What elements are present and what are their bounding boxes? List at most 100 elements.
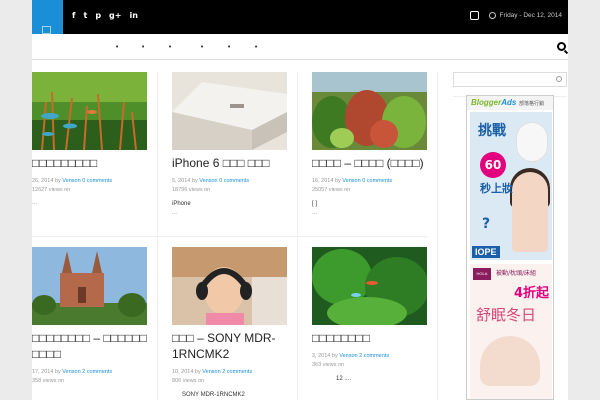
ad-logo: IOPE: [472, 246, 500, 258]
post-card: □□□ – SONY MDR-1RNCMK2 10, 2014 by Venso…: [172, 247, 287, 399]
linkedin-icon[interactable]: in: [129, 11, 137, 21]
logo-mark: [42, 26, 51, 34]
post-card: □□□□□□□□ – □□□□□□ □□□□ 17, 2014 by Venso…: [32, 247, 147, 385]
top-right: Friday - Dec 12, 2014: [470, 11, 562, 20]
sidebar-ad[interactable]: BloggerAds 部落格行銷 挑戰 60 秒上妝 ? IOPE HOLA 被…: [466, 95, 554, 400]
post-thumbnail[interactable]: [32, 247, 147, 325]
post-thumbnail[interactable]: [172, 247, 287, 325]
post-views: 25057 views on: [312, 187, 351, 193]
post-author-link[interactable]: Venson: [62, 178, 80, 184]
post-by: by: [334, 178, 341, 184]
post-title[interactable]: □□□□□□□□: [312, 330, 427, 346]
pinterest-icon[interactable]: p: [95, 11, 101, 21]
nav-item[interactable]: •: [200, 43, 204, 51]
post-views: 18796 views on: [172, 187, 211, 193]
sidebar-search-input[interactable]: [453, 72, 567, 87]
column-divider: [437, 72, 438, 400]
post-views: 363 views on: [312, 362, 345, 368]
post-by: by: [194, 369, 201, 375]
read-more[interactable]: ...: [32, 200, 147, 206]
post-by: by: [331, 353, 338, 359]
site-logo[interactable]: [32, 0, 63, 34]
post-title[interactable]: □□□□ – □□□□ (□□□□): [312, 155, 427, 171]
clock-icon: [489, 12, 497, 19]
post-views: 358 views on: [32, 378, 65, 384]
ad-banner-2[interactable]: HOLA 被動/枕頭/床組 4折起 舒眠冬日: [470, 264, 552, 399]
post-title[interactable]: □□□ – SONY MDR-1RNCMK2: [172, 330, 287, 362]
post-author-link[interactable]: Venson: [339, 353, 357, 359]
post-excerpt: [ ]: [312, 201, 318, 207]
post-comments-link[interactable]: 2 comments: [82, 369, 112, 375]
post-author-link[interactable]: Venson: [62, 369, 80, 375]
search-icon[interactable]: [556, 76, 562, 82]
post-title[interactable]: □□□□□□□□□: [32, 155, 147, 171]
nav-item[interactable]: •: [115, 43, 119, 51]
post-thumbnail[interactable]: [32, 72, 147, 150]
post-by: by: [54, 178, 61, 184]
ad-subline: 秒上妝: [480, 182, 513, 195]
ad-headline: 舒眠冬日: [476, 306, 537, 324]
phone-icon[interactable]: [470, 11, 480, 20]
post-meta: 3, 2014 by Venson 2 comments: [312, 352, 427, 360]
post-date: 16, 2014: [312, 178, 334, 184]
post-card: iPhone 6 □□□ □□□ 5, 2014 by Venson 0 com…: [172, 72, 287, 216]
page: f t p g+ in Friday - Dec 12, 2014 • • • …: [32, 0, 568, 400]
top-bar: f t p g+ in Friday - Dec 12, 2014: [32, 0, 568, 34]
post-author-link[interactable]: Venson: [199, 178, 217, 184]
post-comments-link[interactable]: 2 comments: [222, 369, 252, 375]
ad-model-image: [480, 336, 540, 386]
ad-headline: 挑戰: [478, 123, 506, 139]
post-card: □□□□□□□□□ 26, 2014 by Venson 0 comments …: [32, 72, 147, 206]
row-divider: [32, 236, 428, 237]
ad-product-image: [516, 122, 548, 162]
ad-brand: BloggerAds: [471, 98, 516, 107]
nav-item[interactable]: •: [254, 43, 258, 51]
ad-number: 60: [480, 152, 506, 178]
post-excerpt: 12 ....: [336, 376, 352, 382]
ad-model-face: [512, 172, 548, 252]
post-card: □□□□ – □□□□ (□□□□) 16, 2014 by Venson 0 …: [312, 72, 427, 216]
post-date: 26, 2014: [32, 178, 54, 184]
post-date: 3, 2014: [312, 353, 331, 359]
ad-banner-1[interactable]: 挑戰 60 秒上妝 ? IOPE: [470, 112, 552, 260]
post-meta: 10, 2014 by Venson 2 comments: [172, 368, 287, 376]
post-title[interactable]: iPhone 6 □□□ □□□: [172, 155, 287, 171]
ad-brand-a: Blogger: [471, 98, 502, 107]
ad-logo: HOLA: [473, 268, 491, 280]
post-thumbnail[interactable]: [312, 247, 427, 325]
post-meta: 5, 2014 by Venson 0 comments: [172, 177, 287, 185]
nav-item[interactable]: •: [227, 43, 231, 51]
social-links: f t p g+ in: [72, 11, 138, 21]
ad-question: ?: [482, 216, 491, 232]
post-date: 17, 2014: [32, 369, 54, 375]
search-icon[interactable]: [557, 42, 566, 51]
read-more[interactable]: ...: [312, 210, 427, 216]
post-title[interactable]: □□□□□□□□ – □□□□□□ □□□□: [32, 330, 147, 362]
ad-discount: 4折起: [514, 286, 550, 301]
post-date: 5, 2014: [172, 178, 191, 184]
post-thumbnail[interactable]: [172, 72, 287, 150]
nav-item[interactable]: •: [141, 43, 145, 51]
googleplus-icon[interactable]: g+: [109, 11, 121, 21]
twitter-icon[interactable]: t: [83, 11, 87, 21]
post-comments-link[interactable]: 0 comments: [219, 178, 249, 184]
post-by: by: [54, 369, 61, 375]
nav-item[interactable]: •: [168, 43, 172, 51]
post-excerpt: iPhone: [172, 201, 191, 207]
post-date: 10, 2014: [172, 369, 194, 375]
ad-brand-b: Ads: [501, 98, 517, 107]
post-comments-link[interactable]: 0 comments: [82, 178, 112, 184]
main-nav: • • • • • •: [32, 34, 568, 60]
read-more[interactable]: ...: [172, 210, 287, 216]
facebook-icon[interactable]: f: [72, 11, 75, 21]
post-comments-link[interactable]: 2 comments: [359, 353, 389, 359]
post-comments-link[interactable]: 0 comments: [362, 178, 392, 184]
current-date: Friday - Dec 12, 2014: [499, 12, 562, 19]
post-author-link[interactable]: Venson: [202, 369, 220, 375]
post-author-link[interactable]: Venson: [342, 178, 360, 184]
ad-header: BloggerAds 部落格行銷: [467, 96, 553, 110]
post-views: 806 views on: [172, 378, 205, 384]
post-meta: 17, 2014 by Venson 2 comments: [32, 368, 147, 376]
post-meta: 16, 2014 by Venson 0 comments: [312, 177, 427, 185]
post-thumbnail[interactable]: [312, 72, 427, 150]
